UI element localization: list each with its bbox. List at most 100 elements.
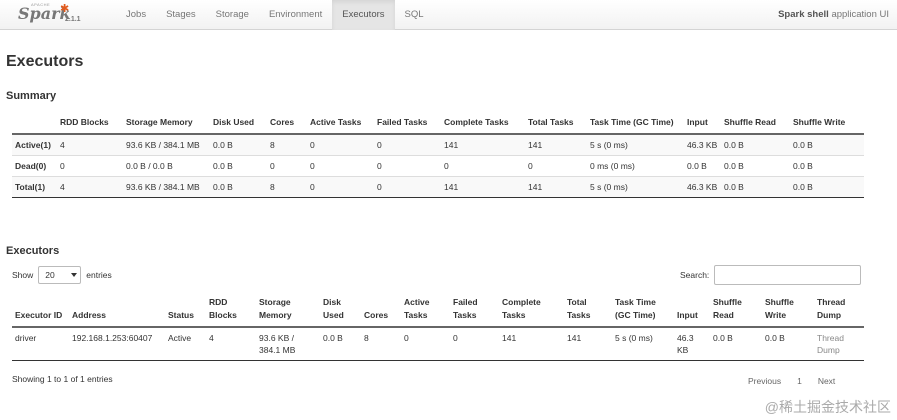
summary-col-complete-tasks[interactable]: Complete Tasks xyxy=(441,114,525,134)
search-input[interactable] xyxy=(714,265,862,285)
shuffle-write-cell: 0.0 B xyxy=(765,333,785,343)
page-1-button[interactable]: 1 xyxy=(789,372,810,390)
summary-col-input[interactable]: Input xyxy=(684,114,721,134)
failed-tasks-cell: 0 xyxy=(453,333,458,343)
summary-cell: 0 xyxy=(377,140,382,150)
summary-cell: 141 xyxy=(528,140,543,150)
address-cell: 192.168.1.253:60407 xyxy=(72,333,153,343)
thread-dump-link[interactable]: Thread Dump xyxy=(814,327,864,361)
previous-button[interactable]: Previous xyxy=(740,372,789,390)
summary-col-cores[interactable]: Cores xyxy=(267,114,307,134)
complete-tasks-cell: 141 xyxy=(502,333,517,343)
executor-id-cell: driver xyxy=(15,333,37,343)
entries-label: entries xyxy=(86,270,112,280)
summary-table: RDD Blocks Storage Memory Disk Used Core… xyxy=(12,114,864,198)
summary-cell: 0.0 B xyxy=(793,140,813,150)
exec-col-thread-dump[interactable]: Thread Dump xyxy=(814,294,864,327)
chevron-down-icon xyxy=(71,273,78,277)
executors-table: Executor ID Address Status RDD Blocks St… xyxy=(12,294,864,361)
search-control: Search: xyxy=(680,265,862,285)
tab-executors[interactable]: Executors xyxy=(332,0,395,30)
summary-col-task-time[interactable]: Task Time (GC Time) xyxy=(587,114,684,134)
page-size-control: Show 20 entries xyxy=(12,265,112,285)
summary-cell: 8 xyxy=(270,140,275,150)
app-title: Spark shell application UI xyxy=(778,9,889,20)
shuffle-read-cell: 0.0 B xyxy=(713,333,733,343)
summary-cell: 0.0 B xyxy=(793,161,813,171)
exec-col-failed-tasks[interactable]: Failed Tasks xyxy=(450,294,499,327)
exec-col-cores[interactable]: Cores xyxy=(361,294,401,327)
summary-col-active-tasks[interactable]: Active Tasks xyxy=(307,114,374,134)
summary-row-active: Active(1) 4 93.6 KB / 384.1 MB 0.0 B 8 0… xyxy=(12,134,864,156)
summary-col-total-tasks[interactable]: Total Tasks xyxy=(525,114,587,134)
summary-cell: Total(1) xyxy=(15,182,46,192)
table-info: Showing 1 to 1 of 1 entries xyxy=(12,374,113,384)
summary-cell: 0.0 B xyxy=(724,182,744,192)
table-row: driver 192.168.1.253:60407 Active 4 93.6… xyxy=(12,327,864,361)
summary-heading: Summary xyxy=(6,90,57,102)
summary-cell: 93.6 KB / 384.1 MB xyxy=(126,140,200,150)
summary-cell: 0 xyxy=(270,161,275,171)
tab-stages[interactable]: Stages xyxy=(156,0,206,30)
page-size-value: 20 xyxy=(45,270,55,280)
tab-environment[interactable]: Environment xyxy=(259,0,332,30)
summary-cell: 141 xyxy=(444,182,459,192)
summary-cell: 0 ms (0 ms) xyxy=(590,161,635,171)
tab-jobs[interactable]: Jobs xyxy=(116,0,156,30)
summary-cell: 93.6 KB / 384.1 MB xyxy=(126,182,200,192)
spark-version: 2.1.1 xyxy=(65,16,81,23)
summary-cell: 0.0 B xyxy=(213,182,233,192)
exec-col-executor-id[interactable]: Executor ID xyxy=(12,294,69,327)
summary-cell: 0 xyxy=(60,161,65,171)
page-size-select[interactable]: 20 xyxy=(38,266,82,284)
disk-used-cell: 0.0 B xyxy=(323,333,343,343)
summary-cell: 0.0 B xyxy=(687,161,707,171)
executors-header-row: Executor ID Address Status RDD Blocks St… xyxy=(12,294,864,327)
tab-sql[interactable]: SQL xyxy=(395,0,434,30)
summary-cell: 5 s (0 ms) xyxy=(590,140,628,150)
exec-col-storage-memory[interactable]: Storage Memory xyxy=(256,294,320,327)
task-time-cell: 5 s (0 ms) xyxy=(615,333,653,343)
summary-col-shuffle-read[interactable]: Shuffle Read xyxy=(721,114,790,134)
exec-col-address[interactable]: Address xyxy=(69,294,165,327)
exec-col-complete-tasks[interactable]: Complete Tasks xyxy=(499,294,564,327)
exec-col-shuffle-write[interactable]: Shuffle Write xyxy=(762,294,814,327)
summary-cell: 0 xyxy=(310,161,315,171)
cores-cell: 8 xyxy=(364,333,369,343)
summary-cell: 0 xyxy=(377,182,382,192)
exec-col-task-time[interactable]: Task Time (GC Time) xyxy=(612,294,674,327)
summary-cell: 0 xyxy=(310,182,315,192)
tab-storage[interactable]: Storage xyxy=(206,0,259,30)
summary-cell: 0 xyxy=(528,161,533,171)
summary-cell: 141 xyxy=(528,182,543,192)
summary-col-disk-used[interactable]: Disk Used xyxy=(210,114,267,134)
exec-col-status[interactable]: Status xyxy=(165,294,206,327)
summary-col-storage-memory[interactable]: Storage Memory xyxy=(123,114,210,134)
page-title: Executors xyxy=(6,53,84,70)
exec-col-total-tasks[interactable]: Total Tasks xyxy=(564,294,612,327)
summary-cell: 0.0 B / 0.0 B xyxy=(126,161,173,171)
summary-row-dead: Dead(0) 0 0.0 B / 0.0 B 0.0 B 0 0 0 0 0 … xyxy=(12,155,864,177)
exec-col-shuffle-read[interactable]: Shuffle Read xyxy=(710,294,762,327)
exec-col-active-tasks[interactable]: Active Tasks xyxy=(401,294,450,327)
summary-cell: 0.0 B xyxy=(724,140,744,150)
summary-cell: 0.0 B xyxy=(724,161,744,171)
summary-col-failed-tasks[interactable]: Failed Tasks xyxy=(374,114,441,134)
exec-col-disk-used[interactable]: Disk Used xyxy=(320,294,361,327)
summary-cell: 0 xyxy=(377,161,382,171)
exec-col-rdd-blocks[interactable]: RDD Blocks xyxy=(206,294,256,327)
summary-cell: 0.0 B xyxy=(213,140,233,150)
spark-star-icon: ✱ xyxy=(60,3,70,15)
exec-col-input[interactable]: Input xyxy=(674,294,710,327)
summary-col-shuffle-write[interactable]: Shuffle Write xyxy=(790,114,864,134)
summary-cell: Dead(0) xyxy=(15,161,47,171)
summary-cell: 0.0 B xyxy=(793,182,813,192)
summary-col-rdd-blocks[interactable]: RDD Blocks xyxy=(57,114,123,134)
active-tasks-cell: 0 xyxy=(404,333,409,343)
executors-heading: Executors xyxy=(6,245,60,257)
summary-cell: 8 xyxy=(270,182,275,192)
next-button[interactable]: Next xyxy=(810,372,843,390)
app-name: Spark shell xyxy=(778,9,829,20)
spark-logo[interactable]: APACHE Spark ✱ 2.1.1 xyxy=(18,2,81,28)
summary-cell: 46.3 KB xyxy=(687,182,718,192)
